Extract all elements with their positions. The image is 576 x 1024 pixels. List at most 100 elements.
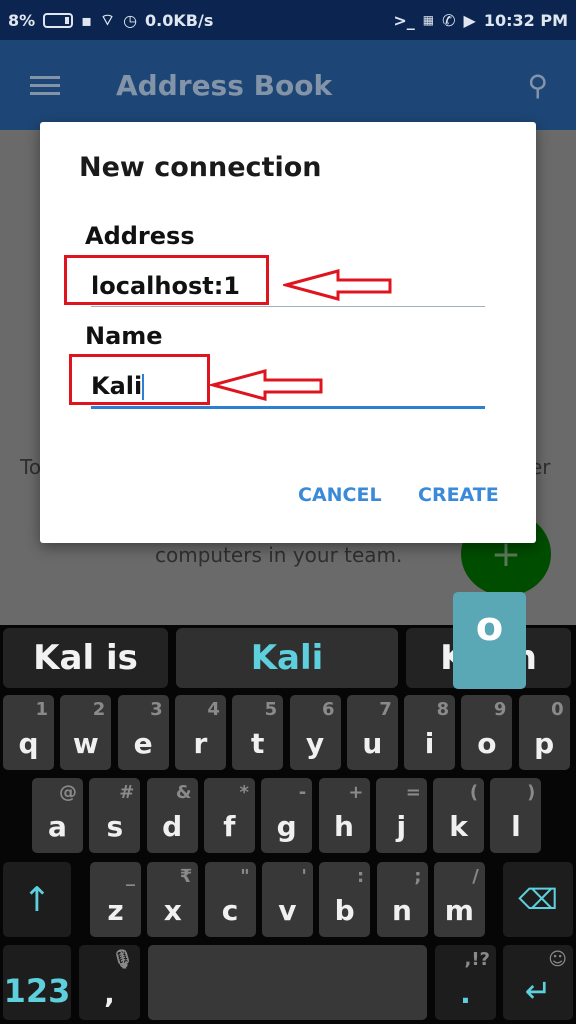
key-secondary: = xyxy=(405,782,421,803)
keyboard-icon: ▦ xyxy=(422,13,435,27)
backspace-icon: ⌫ xyxy=(518,883,558,916)
dialog-title: New connection xyxy=(79,152,322,183)
key-w[interactable]: 2w xyxy=(60,695,112,770)
key-r[interactable]: 4r xyxy=(174,695,226,770)
create-button[interactable]: CREATE xyxy=(418,484,499,506)
key-q[interactable]: 1q xyxy=(3,695,54,770)
key-z[interactable]: _ z xyxy=(90,862,141,937)
key-u[interactable]: 7u xyxy=(346,695,398,770)
key-g[interactable]: -g xyxy=(261,778,313,853)
comma-key[interactable]: 🎙, xyxy=(79,945,140,1020)
emoji-icon: ☺ xyxy=(548,949,567,970)
key-n[interactable]: ; n xyxy=(376,862,428,937)
key-secondary: / xyxy=(472,866,479,887)
key-secondary: - xyxy=(298,782,307,803)
key-y[interactable]: 6y xyxy=(289,695,341,770)
battery-level: 8% xyxy=(8,10,36,30)
key-label: x xyxy=(163,894,182,927)
space-key[interactable] xyxy=(148,945,427,1020)
period-secondary: ,!? xyxy=(464,949,491,970)
key-secondary: ₹ xyxy=(179,866,193,887)
highlight-box-name xyxy=(69,354,210,405)
key-secondary: ' xyxy=(301,866,307,887)
key-secondary: 6 xyxy=(321,699,335,720)
numbers-key[interactable]: 123 xyxy=(3,945,71,1020)
key-label: y xyxy=(305,727,325,760)
key-j[interactable]: = j xyxy=(375,778,427,853)
key-label: p xyxy=(534,727,555,760)
key-b[interactable]: :b xyxy=(319,862,371,937)
arrow-icon xyxy=(210,369,323,401)
key-secondary: 9 xyxy=(493,699,507,720)
key-label: u xyxy=(362,727,383,760)
terminal-icon: >_ xyxy=(393,10,415,30)
status-bar: 8% ▪ ⌔ ◷ 0.0KB/s >_ ▦ ✆ ▶ 10:32 PM xyxy=(0,0,576,40)
key-f[interactable]: * f xyxy=(203,778,255,853)
key-x[interactable]: ₹ x xyxy=(147,862,199,937)
key-k[interactable]: (k xyxy=(433,778,485,853)
clock-icon: ◷ xyxy=(123,10,138,30)
menu-icon[interactable] xyxy=(30,71,60,100)
suggestion-1[interactable]: Kal is xyxy=(3,628,168,688)
key-label: j xyxy=(396,810,407,843)
key-preview-popup: o xyxy=(453,592,526,689)
key-secondary: 4 xyxy=(207,699,220,720)
key-label: v xyxy=(278,894,297,927)
network-speed: 0.0KB/s xyxy=(145,10,214,30)
key-d[interactable]: & d xyxy=(146,778,198,853)
key-i[interactable]: 8i xyxy=(404,695,456,770)
key-secondary: ) xyxy=(527,782,536,803)
key-secondary: & xyxy=(175,782,192,803)
key-label: n xyxy=(392,894,412,927)
suggestion-2[interactable]: Kali xyxy=(176,628,398,688)
youtube-icon: ▶ xyxy=(463,10,476,30)
key-c[interactable]: " c xyxy=(204,862,256,937)
arrow-icon xyxy=(283,269,392,301)
key-secondary: : xyxy=(356,866,365,887)
key-s[interactable]: # s xyxy=(89,778,141,853)
key-l[interactable]: ) l xyxy=(490,778,542,853)
key-label: q xyxy=(18,727,39,760)
highlight-box-address xyxy=(64,255,269,305)
key-secondary: + xyxy=(348,782,364,803)
key-e[interactable]: 3e xyxy=(117,695,169,770)
key-secondary: 5 xyxy=(264,699,278,720)
key-secondary: 2 xyxy=(92,699,106,720)
key-label: e xyxy=(133,727,153,760)
key-label: g xyxy=(276,810,297,843)
key-p[interactable]: 0p xyxy=(518,695,570,770)
key-t[interactable]: 5t xyxy=(232,695,284,770)
new-connection-dialog: New connection Address localhost:1 Name … xyxy=(40,122,536,543)
clock-time: 10:32 PM xyxy=(483,10,568,30)
period-key[interactable]: ,!?. xyxy=(435,945,496,1020)
bg-text-left: To xyxy=(20,455,42,479)
shift-key[interactable]: ↑ xyxy=(3,862,71,937)
key-label: h xyxy=(334,810,354,843)
key-secondary: _ xyxy=(126,866,135,887)
comma-label: , xyxy=(104,977,115,1010)
key-o[interactable]: 9o xyxy=(461,695,513,770)
key-secondary: 8 xyxy=(436,699,450,720)
key-v[interactable]: ' v xyxy=(261,862,313,937)
key-a[interactable]: @ a xyxy=(32,778,83,853)
key-label: b xyxy=(334,894,355,927)
app-title: Address Book xyxy=(116,68,333,102)
key-label: z xyxy=(107,894,124,927)
cancel-button[interactable]: CANCEL xyxy=(298,484,382,506)
bg-text-line2: computers in your team. xyxy=(155,543,403,567)
enter-key[interactable]: ☺ ↵ xyxy=(503,945,573,1020)
key-h[interactable]: + h xyxy=(318,778,370,853)
key-secondary: 7 xyxy=(379,699,392,720)
backspace-key[interactable]: ⌫ xyxy=(503,862,573,937)
key-secondary: 0 xyxy=(551,699,564,720)
key-label: r xyxy=(193,727,208,760)
key-secondary: @ xyxy=(59,782,77,803)
battery-icon xyxy=(43,12,74,28)
app-bar: Address Book ⚲ xyxy=(0,40,576,130)
key-secondary: ; xyxy=(414,866,422,887)
microphone-icon: 🎙 xyxy=(111,949,134,970)
key-secondary: 1 xyxy=(35,699,48,720)
key-m[interactable]: / m xyxy=(433,862,485,937)
search-icon[interactable]: ⚲ xyxy=(527,69,548,102)
key-label: d xyxy=(162,810,183,843)
